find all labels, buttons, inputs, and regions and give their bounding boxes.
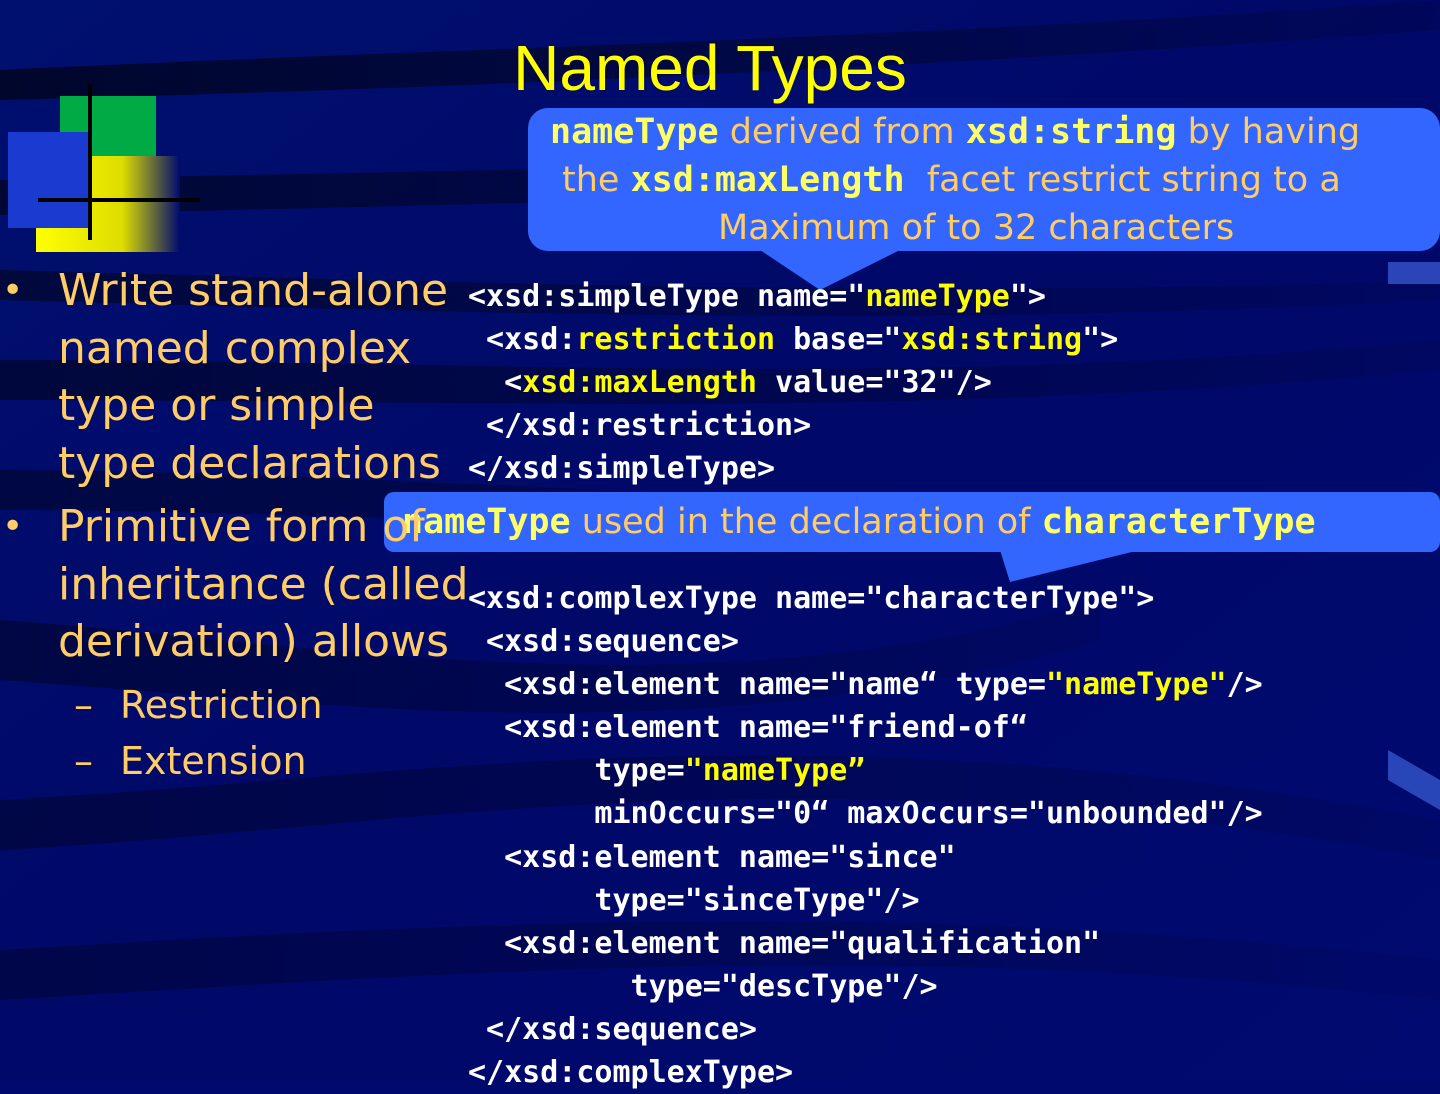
code-line: minOccurs="0“ maxOccurs="unbounded"/> xyxy=(468,796,1263,832)
code-block-complextype: <xsd:complexType name="characterType"> <… xyxy=(468,577,1263,1094)
code-block-simpletype: <xsd:simpleType name="nameType"> <xsd:re… xyxy=(468,275,1118,490)
slide-title: Named Types xyxy=(513,32,907,104)
code-line: </xsd:complexType> xyxy=(468,1055,794,1091)
callout-2-text: nameType used in the declaration of char… xyxy=(402,502,1316,542)
callout-1-term-xsd-string: xsd:string xyxy=(965,112,1177,152)
code-line: </xsd:restriction> xyxy=(468,408,812,444)
callout-2-text-middle: used in the declaration of xyxy=(570,502,1042,542)
bullet-marker: • xyxy=(2,270,24,311)
code-line: <xsd:restriction base="xsd:string"> xyxy=(468,322,1119,358)
callout-1-line-1: nameType derived from xsd:string by havi… xyxy=(550,112,1360,152)
bullet-list: • Write stand-alone named complex type o… xyxy=(0,262,470,789)
bullet-marker: • xyxy=(2,506,24,547)
dash-marker: – xyxy=(74,738,93,783)
sub-bullet-restriction: – Restriction xyxy=(0,677,470,733)
code-line: <xsd:element name="qualification" xyxy=(468,925,1101,961)
bullet-text: Write stand-alone named complex type or … xyxy=(58,265,449,489)
code-line: <xsd:element name="friend-of“ xyxy=(468,710,1028,746)
callout-1-text: by having xyxy=(1176,112,1361,152)
code-line: <xsd:maxLength value="32"/> xyxy=(468,365,992,401)
code-line: <xsd:sequence> xyxy=(468,624,739,660)
sub-bullet-text: Restriction xyxy=(120,682,323,727)
callout-1-line-2: the xsd:maxLength facet restrict string … xyxy=(562,160,1341,200)
code-line: </xsd:sequence> xyxy=(468,1011,757,1047)
bullet-item-2: • Primitive form of inheritance (called … xyxy=(0,498,470,671)
callout-1-term-maxlength: xsd:maxLength xyxy=(630,160,905,200)
sub-bullet-extension: – Extension xyxy=(0,733,470,789)
code-line: type="nameType” xyxy=(468,753,866,789)
callout-1-text: derived from xyxy=(718,112,966,152)
code-line: type="sinceType"/> xyxy=(468,882,920,918)
sub-bullet-text: Extension xyxy=(120,738,307,783)
callout-2-term-charactertype: characterType xyxy=(1041,502,1316,542)
code-line: <xsd:element name="since" xyxy=(468,839,956,875)
callout-1-text: facet restrict string to a xyxy=(904,160,1341,200)
callout-1-term-nametype: nameType xyxy=(550,112,719,152)
code-line: type="descType"/> xyxy=(468,968,938,1004)
callout-1-text: the xyxy=(562,160,631,200)
code-line: <xsd:complexType name="characterType"> xyxy=(468,581,1155,616)
code-line: <xsd:element name="name“ type="nameType"… xyxy=(468,667,1263,703)
bullet-item-1: • Write stand-alone named complex type o… xyxy=(0,262,470,492)
bullet-text: Primitive form of inheritance (called de… xyxy=(58,501,469,667)
code-line: <xsd:simpleType name="nameType"> xyxy=(468,279,1046,314)
code-line: </xsd:simpleType> xyxy=(468,451,776,487)
callout-1-line-3: Maximum of to 32 characters xyxy=(718,208,1235,248)
dash-marker: – xyxy=(74,682,93,727)
